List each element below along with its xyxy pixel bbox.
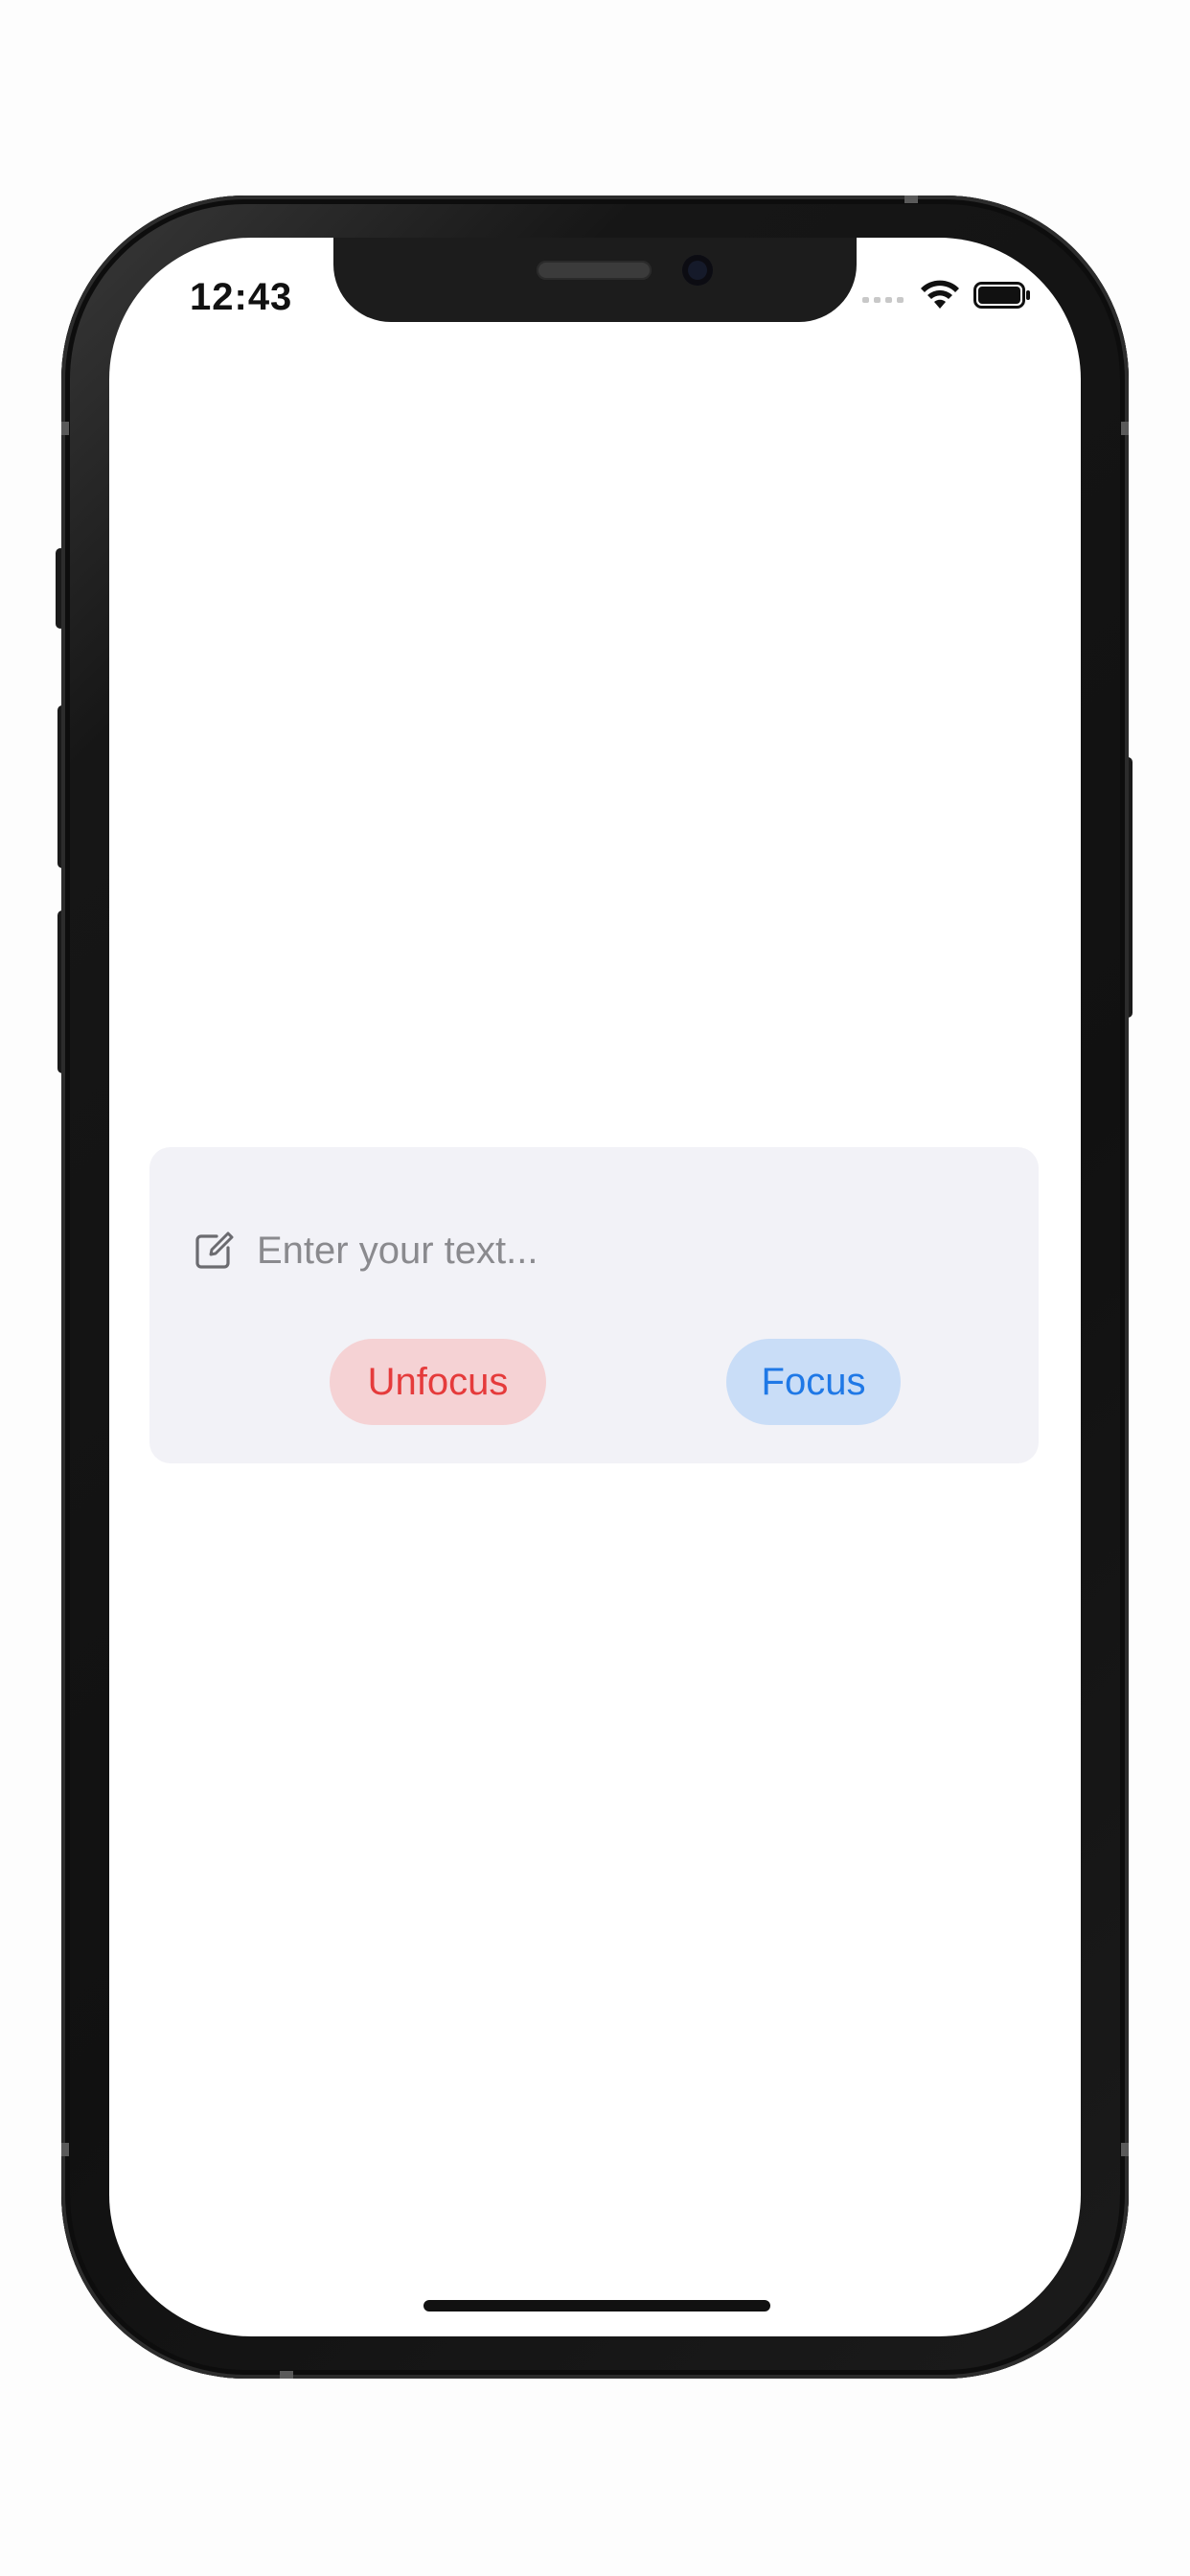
status-time: 12:43 xyxy=(190,276,293,318)
antenna-band xyxy=(61,2143,69,2156)
phone-frame: 12:43 Enter your text... Unfocus Focus xyxy=(61,196,1129,2379)
device-stage: 12:43 Enter your text... Unfocus Focus xyxy=(0,0,1190,2576)
compose-icon xyxy=(195,1231,234,1269)
screen: 12:43 Enter your text... Unfocus Focus xyxy=(109,238,1081,2336)
unfocus-button[interactable]: Unfocus xyxy=(330,1339,546,1425)
antenna-band xyxy=(904,196,918,203)
earpiece-speaker xyxy=(537,261,652,280)
antenna-band xyxy=(61,422,69,435)
text-input-row[interactable] xyxy=(194,1224,998,1277)
front-camera xyxy=(682,255,713,286)
antenna-band xyxy=(1121,2143,1129,2156)
antenna-band xyxy=(280,2371,293,2379)
text-input-card: Unfocus Focus xyxy=(149,1147,1039,1463)
antenna-band xyxy=(1121,422,1129,435)
text-input[interactable] xyxy=(257,1229,985,1273)
cellular-signal-icon xyxy=(862,295,908,303)
notch xyxy=(333,238,857,322)
wifi-icon xyxy=(921,280,959,309)
focus-button[interactable]: Focus xyxy=(726,1339,901,1425)
home-indicator[interactable] xyxy=(423,2300,770,2312)
battery-icon xyxy=(973,282,1030,309)
